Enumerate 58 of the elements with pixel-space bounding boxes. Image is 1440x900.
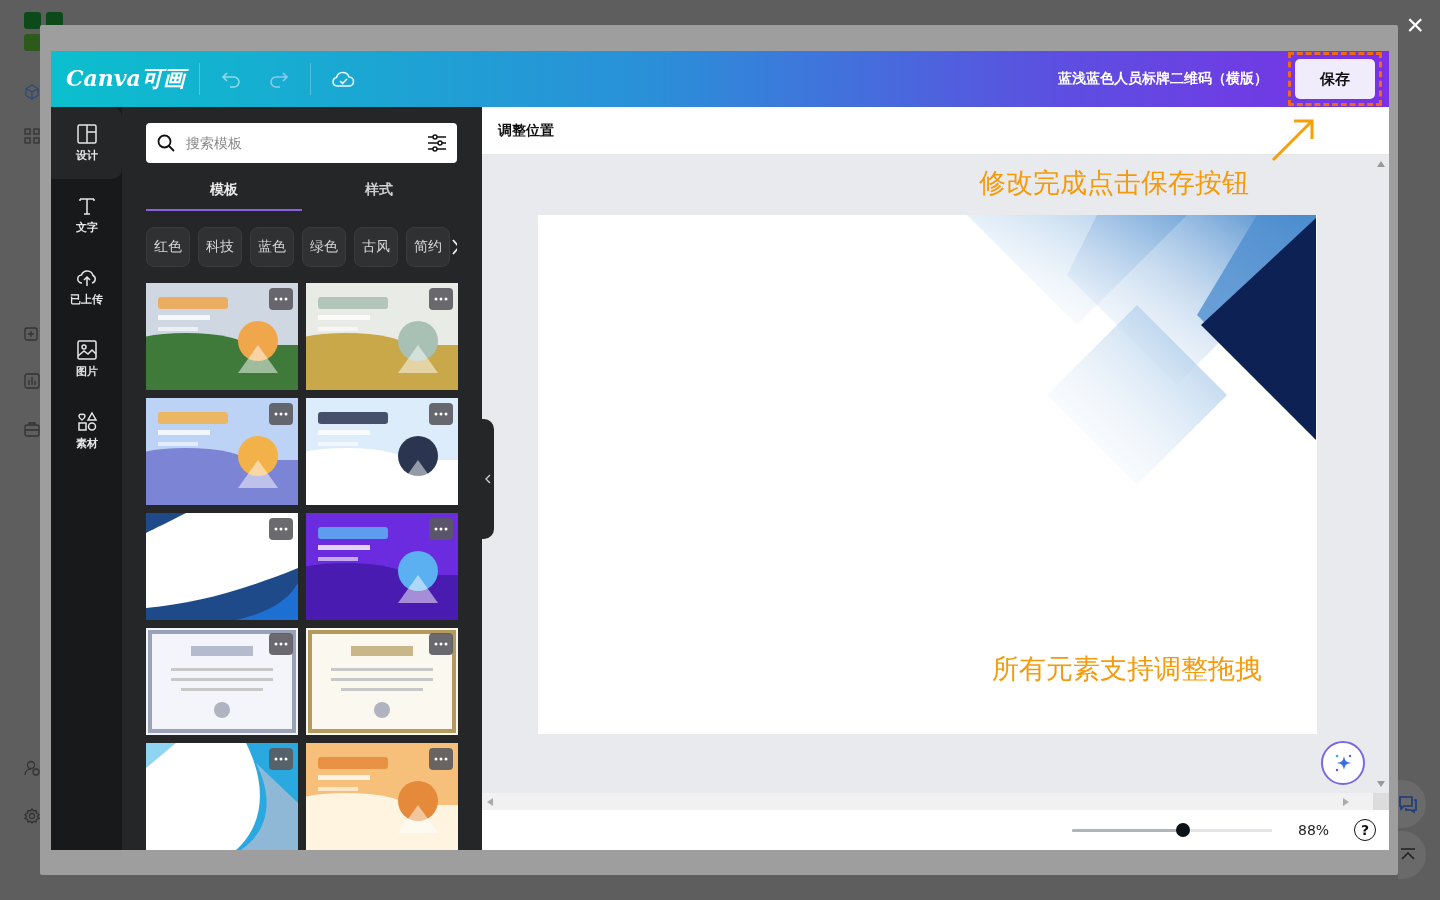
more-icon — [434, 757, 448, 761]
more-icon — [274, 297, 288, 301]
annotation-text: 修改完成点击保存按钮 — [979, 166, 1249, 200]
save-button[interactable]: 保存 — [1295, 59, 1375, 99]
tab[interactable]: 样式 — [301, 171, 457, 211]
more-icon — [434, 642, 448, 646]
more-button[interactable] — [269, 403, 293, 425]
more-icon — [274, 412, 288, 416]
more-button[interactable] — [269, 633, 293, 655]
grid-icon — [24, 128, 40, 144]
filter-chip[interactable]: 绿色 — [302, 227, 346, 267]
cloud-check-icon[interactable] — [330, 69, 355, 89]
more-button[interactable] — [269, 288, 293, 310]
chart-icon — [24, 373, 40, 389]
cloud-upload-icon — [75, 267, 98, 289]
zoom-reading: 88% — [1298, 822, 1331, 838]
tab[interactable]: 模板 — [146, 171, 302, 211]
collapse-handle[interactable] — [482, 419, 494, 539]
add-page-icon — [24, 325, 40, 341]
more-button[interactable] — [269, 748, 293, 770]
canvas-header: 调整位置 — [498, 121, 554, 140]
document-title: 蓝浅蓝色人员标牌二维码（横版） — [1058, 70, 1268, 88]
filter-chip[interactable]: 古风 — [354, 227, 398, 267]
more-button[interactable] — [429, 633, 453, 655]
annotation-text: 所有元素支持调整拖拽 — [992, 652, 1262, 686]
more-icon — [274, 642, 288, 646]
magic-button[interactable] — [1321, 741, 1365, 785]
more-button[interactable] — [429, 748, 453, 770]
filter-chip[interactable]: 简约 — [406, 227, 450, 267]
help-button[interactable]: ? — [1354, 819, 1376, 841]
more-button[interactable] — [429, 518, 453, 540]
close-button[interactable]: × — [1402, 8, 1428, 42]
chat-icon — [1398, 794, 1418, 814]
search-icon — [156, 133, 176, 153]
more-icon — [434, 527, 448, 531]
user-icon — [24, 760, 40, 776]
settings-icon — [24, 808, 40, 824]
search-field[interactable]: 搜索模板 — [146, 123, 457, 163]
more-button[interactable] — [429, 288, 453, 310]
more-button[interactable] — [269, 518, 293, 540]
briefcase-icon — [24, 421, 40, 437]
more-icon — [274, 527, 288, 531]
filter-chip[interactable]: 科技 — [198, 227, 242, 267]
filter-chip[interactable]: 蓝色 — [250, 227, 294, 267]
artboard[interactable] — [538, 215, 1317, 734]
image-icon — [75, 339, 98, 361]
more-button[interactable] — [429, 403, 453, 425]
chevron-left-icon — [485, 474, 491, 484]
shapes-icon — [75, 411, 98, 433]
filter-icon[interactable] — [427, 133, 447, 153]
rail-item[interactable]: 设计 — [51, 107, 122, 179]
cube-icon — [24, 84, 40, 100]
more-icon — [434, 412, 448, 416]
filter-chip[interactable]: 红色 — [146, 227, 190, 267]
more-icon — [434, 297, 448, 301]
layout-icon — [75, 123, 98, 145]
more-icon — [274, 757, 288, 761]
annotation-arrow — [1270, 117, 1316, 163]
